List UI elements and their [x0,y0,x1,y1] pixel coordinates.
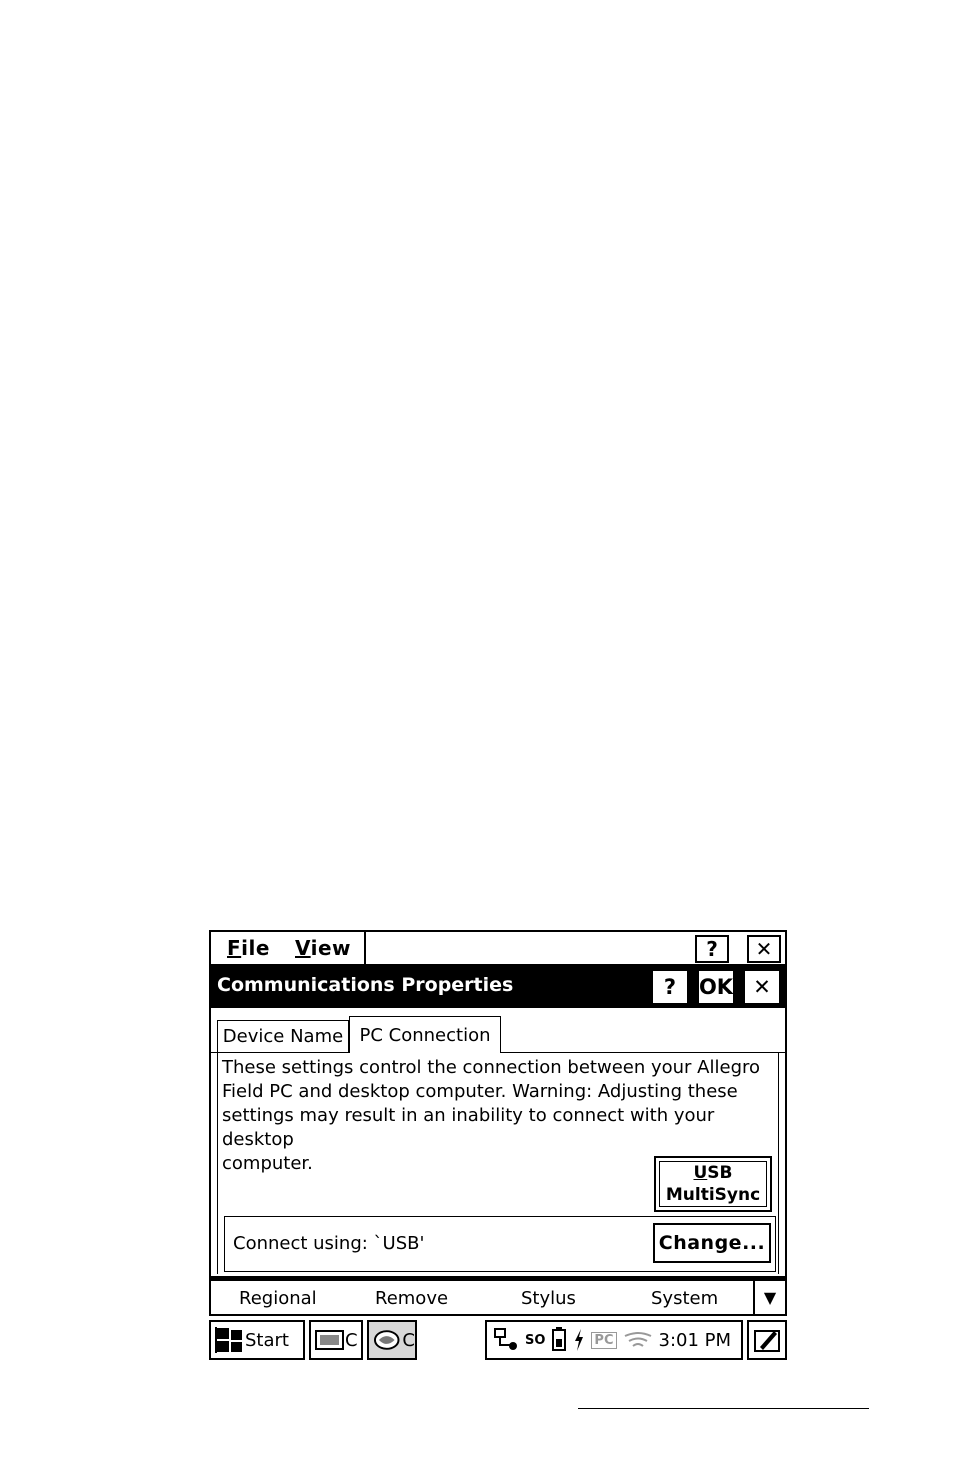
strip-scroll-down-icon[interactable]: ▼ [753,1281,785,1314]
connect-using-label: Connect using: `USB' [233,1233,425,1254]
menu-file[interactable]: File [227,936,270,960]
dialog-ok-button[interactable]: OK [699,971,733,1003]
usb-button-line1: USB [693,1163,733,1183]
device-screen: File View ? ✕ Communications Properties … [209,930,787,1362]
menubar-help-button[interactable]: ? [695,935,729,963]
menubar-close-button[interactable]: ✕ [747,935,781,963]
description-line: These settings control the connection be… [222,1057,761,1078]
description-line: settings may result in an inability to c… [222,1105,715,1150]
communications-properties-dialog: Communications Properties ? OK ✕ Device … [209,966,787,1278]
strip-item-regional[interactable]: Regional [239,1288,317,1309]
description-line: Field PC and desktop computer. Warning: … [222,1081,738,1102]
connect-using-group: Connect using: `USB' Change... [224,1216,776,1272]
window-app-icon [315,1330,344,1350]
dialog-help-button[interactable]: ? [653,971,687,1003]
dialog-close-button[interactable]: ✕ [745,971,779,1003]
taskbar-control-panel-button[interactable]: C [367,1320,417,1360]
wireless-icon[interactable] [623,1330,653,1350]
change-button[interactable]: Change... [653,1223,771,1263]
tab-pc-connection[interactable]: PC Connection [349,1016,501,1053]
start-button[interactable]: Start [209,1320,305,1360]
menu-bar: File View ? ✕ [209,930,787,966]
lightning-icon[interactable] [573,1327,585,1353]
taskbar-window-button[interactable]: C [309,1320,363,1360]
battery-icon[interactable] [551,1327,567,1353]
strip-item-remove[interactable]: Remove [375,1288,448,1309]
network-icon[interactable] [493,1327,519,1353]
taskbar-window-label: C [345,1329,358,1351]
dialog-title: Communications Properties [217,974,514,996]
input-panel-button[interactable] [747,1320,787,1360]
clock[interactable]: 3:01 PM [659,1330,732,1351]
menu-group: File View [211,932,366,966]
menu-view[interactable]: View [295,936,351,960]
tab-device-name[interactable]: Device Name [217,1020,349,1052]
taskbar: Start C C SO PC 3:01 PM [209,1318,787,1362]
start-flag-icon [215,1327,242,1353]
pc-connection-icon[interactable]: PC [591,1331,617,1349]
system-tray: SO PC 3:01 PM [485,1320,743,1360]
strip-item-stylus[interactable]: Stylus [521,1288,576,1309]
usb-multisync-button[interactable]: USB MultiSync [654,1156,772,1212]
control-panel-strip: Regional Remove Stylus System ▼ [209,1278,787,1316]
control-panel-icon [373,1330,400,1350]
pen-tablet-icon [754,1330,780,1352]
usb-button-line2: MultiSync [665,1185,761,1205]
pc-connection-panel: These settings control the connection be… [217,1052,779,1274]
strip-item-system[interactable]: System [651,1288,718,1309]
start-label: Start [245,1329,289,1351]
dialog-title-bar: Communications Properties ? OK ✕ [211,966,785,1008]
so-status-icon[interactable]: SO [525,1333,545,1348]
page-footer-rule [578,1408,869,1409]
taskbar-control-panel-label: C [402,1329,415,1351]
